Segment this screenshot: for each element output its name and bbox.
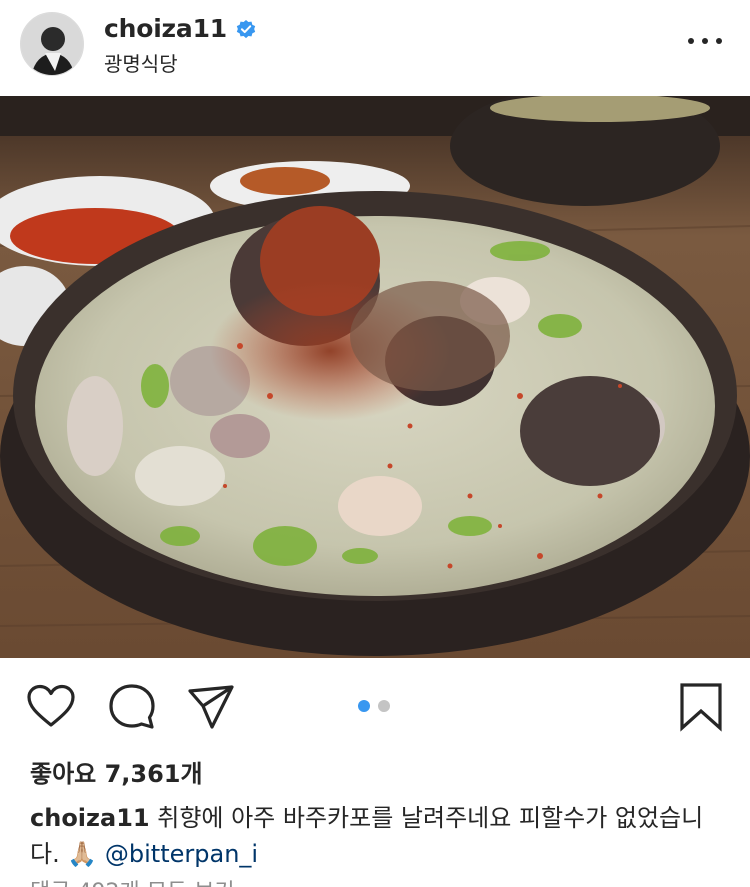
caption-username[interactable]: choiza11 [30,804,150,832]
more-options-icon[interactable] [688,30,722,52]
more-dot [716,38,722,44]
carousel-dot-1 [358,700,370,712]
carousel-indicator [358,700,390,712]
caption-emoji: 🙏🏼 [67,840,98,868]
heart-icon[interactable] [26,682,76,732]
verified-badge-icon [236,19,256,38]
post-header: choiza11 광명식당 [0,0,750,96]
post-location[interactable]: 광명식당 [104,48,178,77]
carousel-dot-2 [378,700,390,712]
post-actions [0,658,750,754]
username-row: choiza11 [104,14,257,43]
avatar-image [21,13,83,75]
caption-mention[interactable]: @bitterpan_i [105,840,258,868]
view-all-comments-link[interactable]: 댓글 492개 모두 보기 [30,874,235,887]
post-username[interactable]: choiza11 [104,14,227,43]
more-dot [702,38,708,44]
paper-plane-icon[interactable] [186,682,236,732]
avatar[interactable] [20,12,84,76]
likes-count[interactable]: 좋아요 7,361개 [30,754,203,789]
post-photo[interactable] [0,96,750,658]
more-dot [688,38,694,44]
bookmark-icon[interactable] [676,682,726,732]
caption: choiza11 취향에 아주 바주카포를 날려주네요 피할수가 없었습니다. … [30,800,730,872]
comment-icon[interactable] [107,682,157,732]
food-photo-image [0,96,750,658]
